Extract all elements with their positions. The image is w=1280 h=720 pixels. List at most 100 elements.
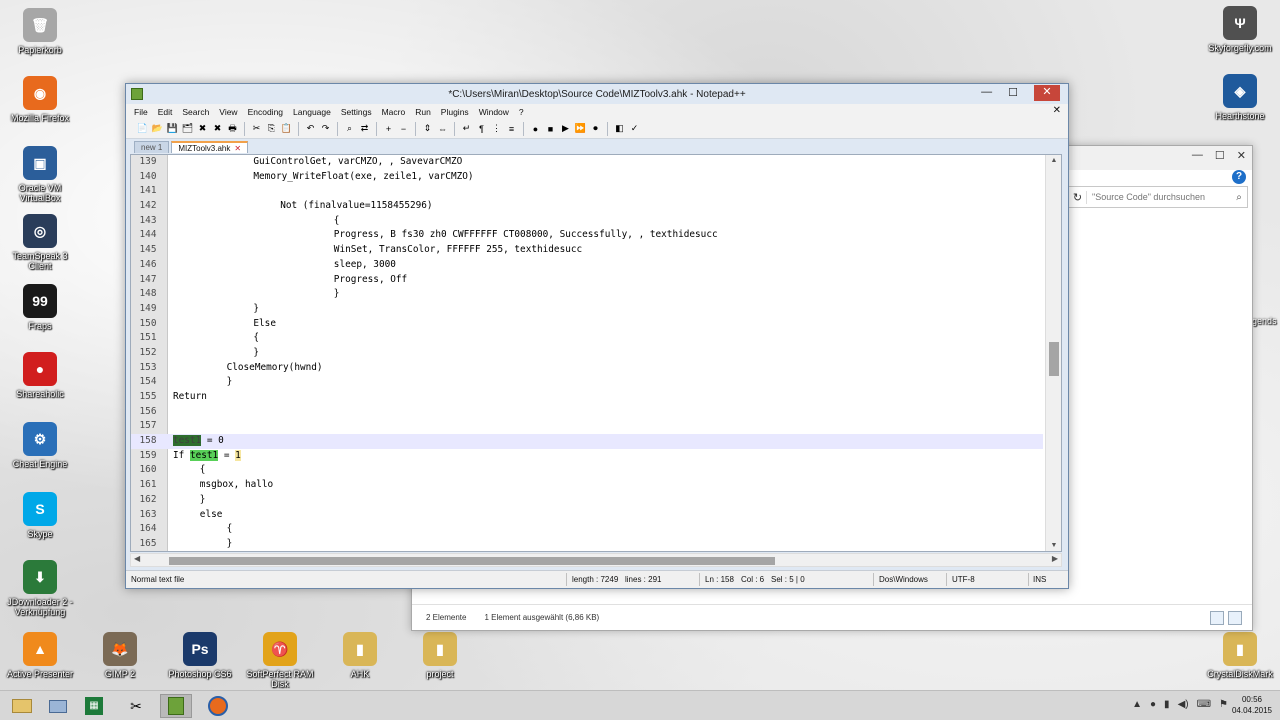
desktop-shortcut[interactable]: 99 Fraps <box>2 284 78 331</box>
code-line[interactable]: 160 { <box>131 463 1043 478</box>
vertical-scrollbar[interactable]: ▲ ▼ <box>1045 155 1061 551</box>
large-icons-view-icon[interactable] <box>1228 611 1242 625</box>
details-view-icon[interactable] <box>1210 611 1224 625</box>
code-line[interactable]: 161 msgbox, hallo <box>131 478 1043 493</box>
network-icon[interactable]: ▮ <box>1164 699 1170 710</box>
launch-browser-icon[interactable]: ◧ <box>613 122 626 135</box>
code-line[interactable]: 149} <box>131 302 1043 317</box>
scroll-down-icon[interactable]: ▼ <box>1046 542 1061 549</box>
menu-item-window[interactable]: Window <box>479 107 509 117</box>
menu-item-view[interactable]: View <box>219 107 237 117</box>
desktop-shortcut[interactable]: S Skype <box>2 492 78 539</box>
maximize-icon[interactable]: ☐ <box>1215 149 1225 162</box>
sync-vertical-icon[interactable]: ⇕ <box>421 122 434 135</box>
menu-item-help[interactable]: ? <box>519 107 524 117</box>
code-line[interactable]: 162} <box>131 493 1043 508</box>
desktop-shortcut[interactable]: Ps Photoshop CS6 <box>162 632 238 679</box>
spell-check-icon[interactable]: ✓ <box>628 122 641 135</box>
code-line[interactable]: 156 <box>131 405 1043 420</box>
search-icon[interactable]: ⌕ <box>1231 192 1247 203</box>
sync-horizontal-icon[interactable]: ⇔ <box>436 122 449 135</box>
menu-item-language[interactable]: Language <box>293 107 331 117</box>
action-center-icon[interactable]: ⚑ <box>1219 699 1228 710</box>
code-line[interactable]: 144 Progress, B fs30 zh0 CWFFFFFF CT00800… <box>131 228 1043 243</box>
menu-item-run[interactable]: Run <box>415 107 431 117</box>
volume-icon[interactable]: ◀) <box>1178 699 1189 710</box>
open-file-icon[interactable]: 📂 <box>151 122 164 135</box>
desktop-shortcut[interactable]: ▮ project <box>402 632 478 679</box>
code-line[interactable]: 139 GuiControlGet, varCMZO, , SavevarCMZO <box>131 155 1043 170</box>
menu-item-macro[interactable]: Macro <box>382 107 406 117</box>
this-pc-taskbar-button[interactable] <box>42 694 74 718</box>
refresh-icon[interactable]: ↻ <box>1069 190 1087 204</box>
play-macro-icon[interactable]: ▶ <box>559 122 572 135</box>
code-line[interactable]: 145 WinSet, TransColor, FFFFFF 255, texth… <box>131 243 1043 258</box>
vertical-scroll-thumb[interactable] <box>1049 342 1059 376</box>
paste-icon[interactable]: 📋 <box>280 122 293 135</box>
close-all-icon[interactable]: ✖ <box>211 122 224 135</box>
desktop-shortcut[interactable]: ◎ TeamSpeak 3 Client <box>2 214 78 271</box>
desktop-shortcut[interactable]: ◈ Hearthstone <box>1202 74 1278 121</box>
find-icon[interactable]: ⌕ <box>343 122 356 135</box>
code-line[interactable]: 147 Progress, Off <box>131 273 1043 288</box>
code-line[interactable]: 152} <box>131 346 1043 361</box>
tab-close-icon[interactable]: ✕ <box>234 144 241 153</box>
desktop-shortcut[interactable]: ● Shareaholic <box>2 352 78 399</box>
code-area[interactable]: 139 GuiControlGet, varCMZO, , SavevarCMZO… <box>131 155 1043 551</box>
code-line[interactable]: 143 { <box>131 214 1043 229</box>
firefox-taskbar-button[interactable] <box>202 694 234 718</box>
desktop-shortcut[interactable]: ⬇ JDownloader 2 - Verknüpfung <box>2 560 78 617</box>
print-icon[interactable]: 🖶 <box>226 122 239 135</box>
copy-icon[interactable]: ⎘ <box>265 122 278 135</box>
code-line[interactable]: 154} <box>131 375 1043 390</box>
maximize-icon[interactable]: ☐ <box>1008 86 1018 101</box>
desktop-shortcut[interactable]: 🦊 GIMP 2 <box>82 632 158 679</box>
horizontal-scrollbar[interactable]: ◀ ▶ <box>130 553 1062 567</box>
keyboard-icon[interactable]: ⌨ <box>1197 699 1211 710</box>
menu-item-settings[interactable]: Settings <box>341 107 372 117</box>
code-line[interactable]: 165} <box>131 537 1043 551</box>
run-macro-multiple-icon[interactable]: ⏩ <box>574 122 587 135</box>
menu-item-search[interactable]: Search <box>182 107 209 117</box>
close-document-icon[interactable]: ✕ <box>1053 105 1061 116</box>
desktop-shortcut[interactable]: ▮ CrystalDiskMark <box>1202 632 1278 679</box>
code-line[interactable]: 140 Memory_WriteFloat(exe, zeile1, varCMZ… <box>131 170 1043 185</box>
notepadpp-taskbar-button[interactable] <box>160 694 192 718</box>
excel-taskbar-button[interactable]: ▦ <box>78 694 110 718</box>
close-file-icon[interactable]: ✖ <box>196 122 209 135</box>
tray-app-icon[interactable]: ● <box>1150 699 1156 710</box>
desktop-shortcut[interactable]: ♈ SoftPerfect RAM Disk <box>242 632 318 689</box>
indent-guide-icon[interactable]: ⋮ <box>490 122 503 135</box>
close-icon[interactable]: ✕ <box>1034 85 1060 101</box>
scroll-left-icon[interactable]: ◀ <box>134 554 140 563</box>
stop-record-icon[interactable]: ■ <box>544 122 557 135</box>
code-line[interactable]: 163 else <box>131 508 1043 523</box>
cut-icon[interactable]: ✂ <box>250 122 263 135</box>
zoom-in-icon[interactable]: + <box>382 122 395 135</box>
menu-item-file[interactable]: File <box>134 107 148 117</box>
menu-item-encoding[interactable]: Encoding <box>248 107 283 117</box>
menu-item-plugins[interactable]: Plugins <box>441 107 469 117</box>
desktop-shortcut[interactable]: Ψ Skyforgefly.com <box>1202 6 1278 53</box>
explorer-search-input[interactable] <box>1087 192 1231 202</box>
save-icon[interactable]: 💾 <box>166 122 179 135</box>
replace-icon[interactable]: ⇄ <box>358 122 371 135</box>
desktop-shortcut[interactable]: ◉ Mozilla Firefox <box>2 76 78 123</box>
document-tab[interactable]: MIZToolv3.ahk ✕ <box>171 141 249 153</box>
save-macro-icon[interactable]: ⏺ <box>589 122 602 135</box>
desktop-shortcut[interactable]: ▣ Oracle VM VirtualBox <box>2 146 78 203</box>
code-line[interactable]: 159 If test1 = 1 <box>131 449 1043 464</box>
menu-item-edit[interactable]: Edit <box>158 107 173 117</box>
save-all-icon[interactable]: 🗂 <box>181 122 194 135</box>
code-line[interactable]: 141 <box>131 184 1043 199</box>
tray-arrow-icon[interactable]: ▲ <box>1132 699 1142 710</box>
function-list-icon[interactable]: ≡ <box>505 122 518 135</box>
horizontal-scroll-thumb[interactable] <box>169 557 775 565</box>
undo-icon[interactable]: ↶ <box>304 122 317 135</box>
code-line[interactable]: 153 CloseMemory(hwnd) <box>131 361 1043 376</box>
minimize-icon[interactable]: — <box>981 86 992 101</box>
help-icon[interactable]: ? <box>1232 170 1246 184</box>
code-line[interactable]: 157 <box>131 419 1043 434</box>
word-wrap-icon[interactable]: ↵ <box>460 122 473 135</box>
clock[interactable]: 00:56 04.04.2015 <box>1232 694 1272 716</box>
